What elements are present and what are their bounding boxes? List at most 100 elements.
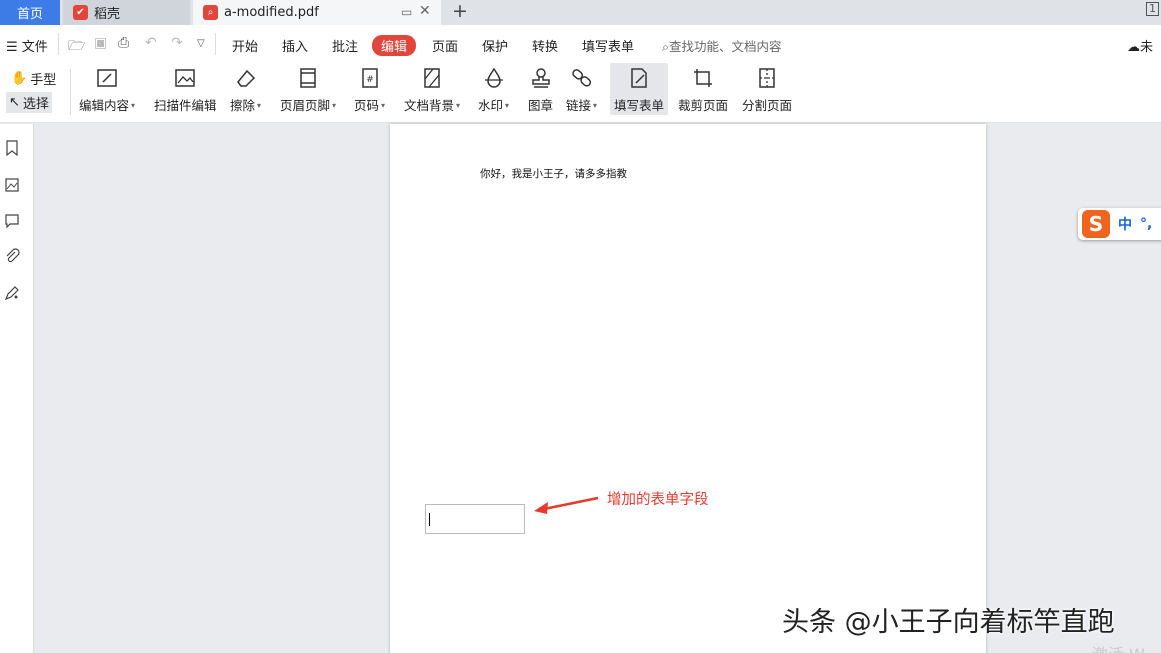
header-footer-button[interactable]: 页眉页脚 — [280, 63, 336, 115]
search-placeholder: 查找功能、文档内容 — [669, 39, 782, 54]
select-tool[interactable]: ↖ 选择 — [6, 92, 52, 113]
pin-tab-icon[interactable]: ▭ — [401, 5, 412, 19]
split-icon — [755, 63, 779, 93]
cursor-icon: ↖ — [9, 95, 20, 110]
document-background-button[interactable]: 文档背景 — [404, 63, 460, 115]
link-button[interactable]: 链接 — [566, 63, 597, 115]
stamp-icon — [529, 63, 553, 93]
crop-page-button[interactable]: 裁剪页面 — [678, 63, 728, 115]
quick-access-dropdown-icon[interactable]: ▽ — [197, 38, 205, 49]
ime-indicator[interactable]: S 中 °, — [1078, 208, 1161, 240]
cloud-icon: ☁ — [1127, 40, 1140, 55]
hand-icon: ✋ — [11, 71, 28, 86]
comment-icon[interactable] — [4, 213, 20, 229]
stamp-button[interactable]: 图章 — [528, 63, 553, 115]
red-arrow-icon — [534, 496, 599, 514]
window-count-badge[interactable]: 1 — [1146, 2, 1159, 16]
menu-protect[interactable]: 保护 — [482, 36, 508, 55]
fill-form-label: 填写表单 — [613, 98, 664, 113]
watermark-label: 水印 — [478, 95, 509, 114]
svg-text:#: # — [366, 75, 374, 85]
tab-pdf-label: a-modified.pdf — [224, 5, 319, 20]
page-number-label: 页码 — [354, 95, 385, 114]
file-menu-label: 文件 — [21, 40, 48, 55]
thumbnail-icon[interactable] — [4, 177, 20, 193]
redo-icon[interactable]: ↷ — [171, 35, 183, 51]
watermark-icon — [482, 63, 506, 93]
annotation-label: 增加的表单字段 — [607, 492, 709, 508]
fill-form-icon — [627, 63, 651, 93]
menu-convert[interactable]: 转换 — [532, 36, 558, 55]
cloud-sync-status[interactable]: ☁未 — [1127, 36, 1153, 55]
ime-mode[interactable]: 中 — [1118, 214, 1132, 234]
divider — [58, 33, 59, 55]
pdf-page[interactable]: 你好，我是小王子，请多多指教 — [390, 124, 986, 653]
divider — [70, 69, 71, 115]
undo-icon[interactable]: ↶ — [145, 35, 157, 51]
file-menu[interactable]: ☰ 文件 — [6, 36, 48, 55]
stamp-label: 图章 — [528, 98, 554, 113]
fill-form-button[interactable]: 填写表单 — [610, 63, 668, 115]
edit-content-icon — [95, 63, 119, 93]
close-tab-icon[interactable]: ✕ — [419, 3, 431, 19]
daoke-logo-icon: ✔ — [73, 5, 88, 20]
link-label: 链接 — [566, 95, 597, 114]
new-tab-button[interactable]: + — [452, 0, 468, 22]
form-text-field[interactable] — [425, 504, 525, 534]
link-icon — [570, 63, 594, 93]
document-background-label: 文档背景 — [404, 95, 460, 114]
eraser-icon — [234, 63, 258, 93]
tab-home[interactable]: 首页 — [0, 0, 60, 25]
menu-page[interactable]: 页面 — [432, 36, 458, 55]
tab-daoke[interactable]: ✔ 稻壳 — [63, 0, 190, 25]
divider — [215, 33, 216, 55]
pdf-file-icon: ⌕ — [203, 5, 218, 20]
scan-edit-label: 扫描件编辑 — [154, 98, 217, 113]
hamburger-icon: ☰ — [6, 40, 18, 55]
erase-button[interactable]: 擦除 — [230, 63, 261, 115]
scan-edit-button[interactable]: 扫描件编辑 — [154, 63, 217, 115]
menu-start[interactable]: 开始 — [232, 36, 258, 55]
edit-content-label: 编辑内容 — [79, 95, 135, 114]
header-footer-icon — [296, 63, 320, 93]
page-number-button[interactable]: # 页码 — [354, 63, 385, 115]
tab-daoke-label: 稻壳 — [94, 7, 121, 22]
edit-toolbar: ✋手型 ↖选择 编辑内容 扫描件编辑 擦除 页眉页脚 # 页码 文档背景 水印 … — [0, 63, 1161, 123]
search-icon: ⌕ — [662, 39, 670, 54]
open-folder-icon[interactable]: 🗁 — [68, 35, 85, 59]
tab-home-label: 首页 — [16, 7, 43, 22]
left-sidebar — [0, 124, 34, 653]
scan-edit-icon — [173, 63, 197, 93]
document-text: 你好，我是小王子，请多多指教 — [480, 168, 627, 180]
split-page-button[interactable]: 分割页面 — [742, 63, 792, 115]
watermark-button[interactable]: 水印 — [478, 63, 509, 115]
split-page-label: 分割页面 — [742, 98, 793, 113]
signature-icon[interactable] — [4, 285, 20, 301]
background-icon — [420, 63, 444, 93]
header-footer-label: 页眉页脚 — [280, 95, 336, 114]
erase-label: 擦除 — [230, 95, 261, 114]
menu-bar: ☰ 文件 🗁 ▣ ⎙ ↶ ↷ ▽ 开始 插入 批注 编辑 页面 保护 转换 填写… — [0, 25, 1161, 63]
search-input[interactable]: ⌕查找功能、文档内容 — [662, 36, 782, 55]
text-caret — [429, 513, 430, 526]
sogou-logo-icon: S — [1082, 210, 1110, 238]
bookmark-icon[interactable] — [4, 140, 20, 156]
attachment-icon[interactable] — [4, 248, 20, 264]
hand-tool[interactable]: ✋ 手型 — [8, 68, 59, 89]
menu-edit[interactable]: 编辑 — [372, 35, 417, 56]
source-watermark: 头条 @小王子向着标竿直跑 — [782, 607, 1115, 638]
edit-content-button[interactable]: 编辑内容 — [79, 63, 135, 115]
menu-fill-form[interactable]: 填写表单 — [582, 36, 634, 55]
cloud-status-label: 未 — [1140, 40, 1154, 55]
crop-page-label: 裁剪页面 — [678, 98, 729, 113]
print-icon[interactable]: ⎙ — [118, 35, 129, 51]
menu-insert[interactable]: 插入 — [282, 36, 308, 55]
select-tool-label: 选择 — [22, 97, 49, 112]
save-icon[interactable]: ▣ — [94, 35, 107, 51]
tab-bar: 首页 ✔ 稻壳 ⌕ a-modified.pdf ▭ ✕ + 1 — [0, 0, 1161, 25]
ime-punctuation[interactable]: °, — [1140, 216, 1152, 232]
hand-tool-label: 手型 — [30, 73, 57, 88]
page-number-icon: # — [358, 63, 382, 93]
tab-pdf-document[interactable]: ⌕ a-modified.pdf ▭ ✕ — [193, 0, 441, 25]
menu-annotate[interactable]: 批注 — [332, 36, 358, 55]
